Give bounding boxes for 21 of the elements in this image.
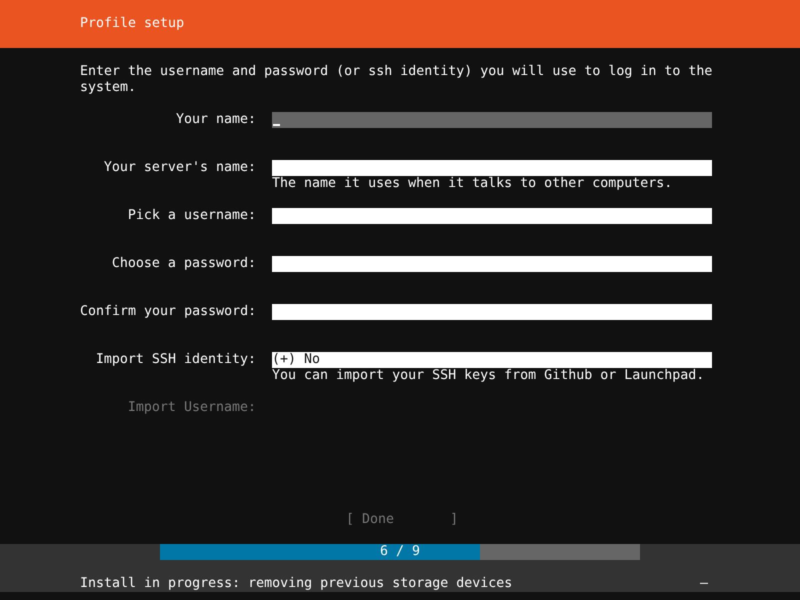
input-field[interactable]	[272, 208, 712, 224]
intro-text: Enter the username and password (or ssh identity) you will use to log in to the system.	[80, 64, 714, 96]
field-hint: The name it uses when it talks to other computers.	[272, 176, 674, 192]
field-label: Your server's name:	[102, 160, 256, 176]
input-field[interactable]	[272, 112, 712, 128]
input-field[interactable]	[272, 160, 712, 176]
text-cursor	[273, 124, 280, 126]
field-label: Confirm your password:	[80, 304, 256, 320]
field-label: Choose a password:	[110, 256, 256, 272]
progress-label: 6 / 9	[378, 544, 422, 560]
input-field[interactable]	[272, 256, 712, 272]
field-label: Pick a username:	[126, 208, 256, 224]
spinner: –	[700, 576, 708, 592]
field-label: Import SSH identity:	[94, 352, 256, 368]
status-text: Install in progress: removing previous storage devices	[80, 576, 512, 592]
field-label: Import Username:	[126, 400, 256, 416]
page-title: Profile setup	[80, 16, 184, 32]
field-label: Your name:	[174, 112, 256, 128]
dropdown-field[interactable]: (+) No	[272, 352, 712, 368]
input-field[interactable]	[272, 304, 712, 320]
field-hint: You can import your SSH keys from Github or Launchpad.	[272, 368, 706, 384]
